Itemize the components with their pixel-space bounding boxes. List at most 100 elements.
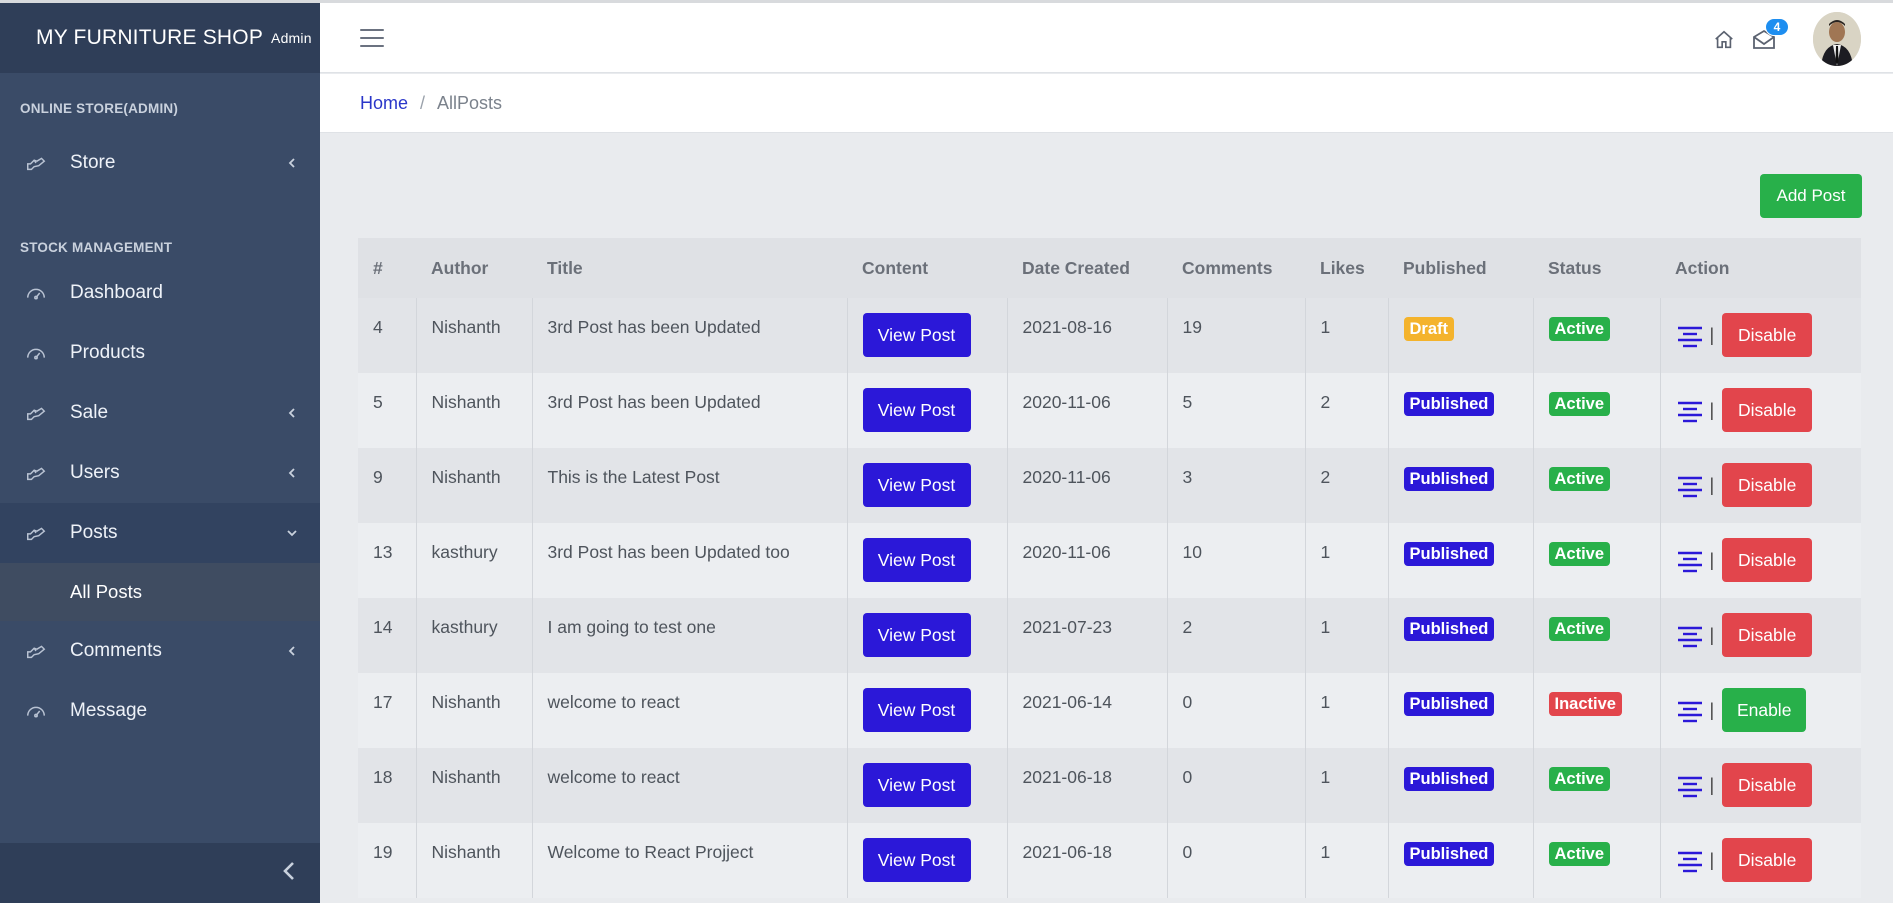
status-badge: Active — [1548, 617, 1611, 641]
view-post-button[interactable]: View Post — [862, 313, 971, 357]
post-likes: 1 — [1320, 542, 1331, 562]
add-post-button[interactable]: Add Post — [1760, 174, 1862, 218]
post-likes: 2 — [1320, 467, 1331, 487]
cell-comments: 5 — [1166, 373, 1305, 448]
cell-comments: 0 — [1166, 748, 1305, 823]
cell-title: Welcome to React Projject — [531, 823, 847, 898]
view-post-button[interactable]: View Post — [862, 838, 971, 882]
enable-post-button[interactable]: Enable — [1722, 688, 1807, 732]
row-actions: | Disable — [1676, 613, 1862, 657]
cell-likes: 2 — [1304, 373, 1388, 448]
sidebar-item-posts[interactable]: Posts — [0, 503, 320, 563]
view-post-button[interactable]: View Post — [862, 688, 971, 732]
cell-comments: 0 — [1166, 673, 1305, 748]
breadcrumb-home[interactable]: Home — [360, 93, 408, 114]
disable-post-button[interactable]: Disable — [1722, 313, 1813, 357]
action-separator: | — [1709, 474, 1715, 495]
home-icon[interactable] — [1713, 29, 1735, 51]
post-comments: 0 — [1182, 767, 1193, 787]
menu-toggle-icon[interactable] — [360, 29, 384, 47]
post-author: Nishanth — [431, 692, 501, 712]
post-id: 14 — [373, 617, 393, 637]
cell-id: 19 — [358, 823, 416, 898]
cell-action: | Disable — [1659, 523, 1861, 598]
align-center-icon[interactable] — [1676, 400, 1704, 426]
post-title: 3rd Post has been Updated too — [547, 542, 790, 562]
action-separator: | — [1709, 324, 1715, 345]
disable-post-button[interactable]: Disable — [1722, 388, 1813, 432]
post-id: 17 — [373, 692, 393, 712]
post-likes: 1 — [1320, 842, 1331, 862]
view-post-button[interactable]: View Post — [862, 463, 971, 507]
align-center-icon[interactable] — [1676, 775, 1704, 801]
published-badge: Published — [1403, 692, 1495, 716]
row-actions: | Disable — [1676, 763, 1862, 807]
cell-content: View Post — [846, 598, 1007, 673]
brand[interactable]: MY FURNITURE SHOP Admin — [0, 3, 320, 73]
sidebar-item-label: Dashboard — [70, 282, 163, 303]
sidebar-collapse-button[interactable] — [0, 843, 320, 903]
align-center-icon[interactable] — [1676, 475, 1704, 501]
view-post-button[interactable]: View Post — [862, 388, 971, 432]
post-date: 2020-11-06 — [1022, 542, 1111, 562]
sidebar-item-sale[interactable]: Sale — [0, 383, 320, 443]
cell-status: Active — [1532, 298, 1660, 373]
sidebar-item-dashboard[interactable]: Dashboard — [0, 263, 320, 323]
cell-date: 2021-06-18 — [1006, 748, 1167, 823]
column-header: Published — [1388, 238, 1533, 298]
sidebar-item-comments[interactable]: Comments — [0, 621, 320, 681]
gauge-icon — [24, 699, 48, 723]
post-title: Welcome to React Projject — [547, 842, 754, 862]
align-center-icon[interactable] — [1676, 700, 1704, 726]
sidebar-item-users[interactable]: Users — [0, 443, 320, 503]
post-id: 5 — [373, 392, 383, 412]
row-actions: | Disable — [1676, 838, 1862, 882]
breadcrumb: Home / AllPosts — [320, 74, 1893, 133]
status-badge: Active — [1548, 542, 1611, 566]
view-post-button[interactable]: View Post — [862, 538, 971, 582]
row-actions: | Enable — [1676, 688, 1862, 732]
avatar[interactable] — [1813, 12, 1861, 66]
disable-post-button[interactable]: Disable — [1722, 538, 1813, 582]
cell-content: View Post — [846, 298, 1007, 373]
status-badge: Active — [1548, 467, 1611, 491]
disable-post-button[interactable]: Disable — [1722, 613, 1813, 657]
table-row: 14 kasthury I am going to test one View … — [358, 598, 1861, 673]
hand-icon — [24, 401, 48, 425]
hand-icon — [24, 151, 48, 175]
breadcrumb-current: AllPosts — [437, 92, 503, 113]
post-likes: 1 — [1320, 692, 1331, 712]
sidebar: MY FURNITURE SHOP Admin ONLINE STORE(ADM… — [0, 3, 320, 903]
disable-post-button[interactable]: Disable — [1722, 463, 1813, 507]
cell-action: | Disable — [1659, 823, 1862, 898]
disable-post-button[interactable]: Disable — [1722, 838, 1813, 882]
align-center-icon[interactable] — [1676, 325, 1704, 351]
sidebar-subitem-all-posts[interactable]: All Posts — [0, 563, 320, 621]
align-center-icon[interactable] — [1676, 550, 1704, 576]
chevron-left-icon — [286, 467, 298, 479]
status-badge: Active — [1548, 317, 1611, 341]
sidebar-item-store[interactable]: Store — [0, 133, 320, 193]
align-center-icon[interactable] — [1676, 625, 1704, 651]
cell-title: 3rd Post has been Updated too — [531, 523, 847, 598]
cell-published: Published — [1387, 673, 1533, 748]
sidebar-item-label: Message — [70, 700, 148, 721]
align-center-icon[interactable] — [1676, 850, 1704, 876]
table-row: 13 kasthury 3rd Post has been Updated to… — [358, 523, 1861, 598]
cell-action: | Disable — [1659, 598, 1862, 673]
post-comments: 10 — [1182, 542, 1202, 562]
sidebar-item-label: Users — [70, 462, 120, 483]
disable-post-button[interactable]: Disable — [1722, 763, 1813, 807]
action-separator: | — [1709, 849, 1715, 870]
gauge-icon — [24, 341, 48, 365]
published-badge: Published — [1403, 542, 1495, 566]
post-comments: 0 — [1182, 692, 1193, 712]
view-post-button[interactable]: View Post — [862, 613, 971, 657]
cell-comments: 10 — [1166, 523, 1305, 598]
sidebar-item-products[interactable]: Products — [0, 323, 320, 383]
action-separator: | — [1709, 549, 1715, 570]
sidebar-item-message[interactable]: Message — [0, 681, 320, 741]
cell-action: | Disable — [1659, 373, 1861, 448]
table-row: 4 Nishanth 3rd Post has been Updated Vie… — [358, 298, 1861, 373]
view-post-button[interactable]: View Post — [862, 763, 971, 807]
